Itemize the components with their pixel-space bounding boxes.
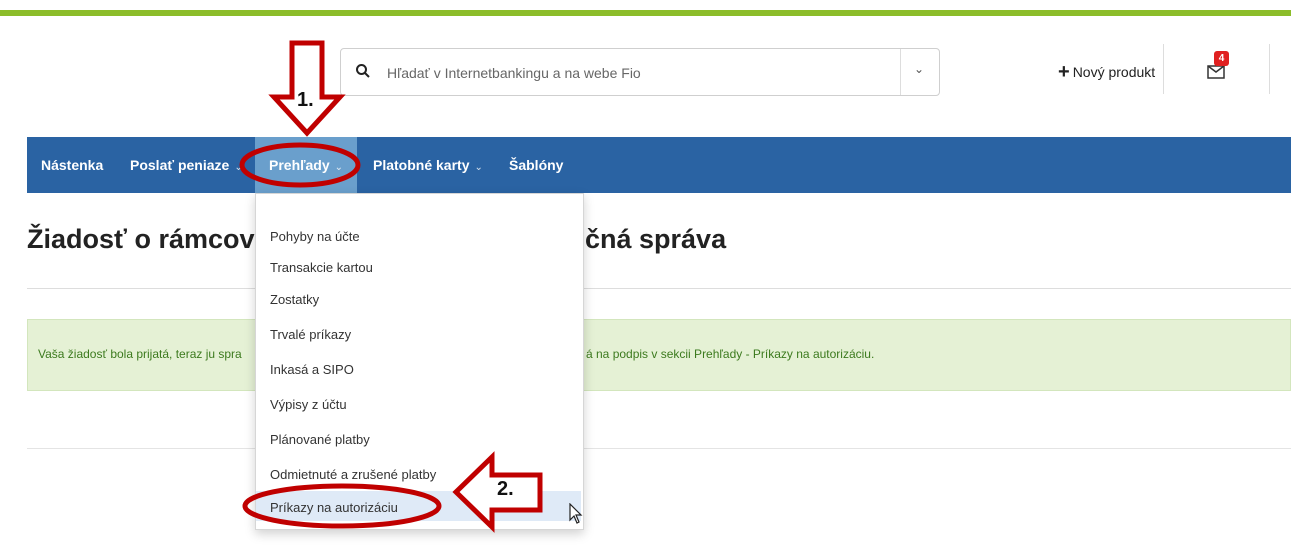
menu-item-odmietnute[interactable]: Odmietnuté a zrušené platby	[270, 467, 436, 482]
search-scope-dropdown[interactable]: ⌄	[900, 49, 939, 95]
mail-count-badge: 4	[1214, 51, 1229, 66]
new-product-label: Nový produkt	[1072, 64, 1156, 80]
annotation-step-1: 1.	[297, 89, 314, 111]
chevron-down-icon: ⌄	[234, 162, 243, 173]
menu-item-trvale-prikazy[interactable]: Trvalé príkazy	[270, 327, 351, 342]
nav-item-platobne-karty[interactable]: Platobné karty ⌄	[373, 137, 483, 193]
search-input[interactable]	[385, 59, 889, 87]
alert-text-continued: á na podpis v sekcii Prehľady - Príkazy …	[586, 347, 875, 361]
nav-item-prehlady[interactable]: Prehľady ⌄	[255, 137, 357, 193]
menu-item-zostatky[interactable]: Zostatky	[270, 292, 319, 307]
search-icon	[356, 64, 370, 78]
alert-text: Vaša žiadosť bola prijatá, teraz ju spra	[38, 347, 242, 361]
brand-top-line	[0, 10, 1291, 16]
chevron-down-icon: ⌄	[474, 162, 483, 173]
menu-item-inkasa[interactable]: Inkasá a SIPO	[270, 362, 354, 377]
menu-item-transakcie[interactable]: Transakcie kartou	[270, 260, 373, 275]
success-alert: Vaša žiadosť bola prijatá, teraz ju spra…	[27, 319, 1291, 391]
prehlady-dropdown-menu: Pohyby na účte Transakcie kartou Zostatk…	[255, 193, 584, 530]
page-title: Žiadosť o rámcovú	[27, 224, 271, 254]
search-box[interactable]: ⌄	[340, 48, 940, 96]
menu-item-vypisy[interactable]: Výpisy z účtu	[270, 397, 347, 412]
divider	[27, 288, 1291, 289]
plus-icon: +	[1058, 61, 1070, 83]
nav-label: Prehľady	[269, 157, 330, 173]
chevron-down-icon: ⌄	[914, 62, 925, 76]
menu-item-prikazy-na-autorizaciu[interactable]: Príkazy na autorizáciu	[270, 500, 398, 515]
new-product-button[interactable]: + Nový produkt	[1058, 60, 1155, 84]
menu-item-pohyby[interactable]: Pohyby na účte	[270, 229, 360, 244]
divider	[27, 448, 1291, 449]
nav-item-poslat-peniaze[interactable]: Poslať peniaze ⌄	[130, 137, 243, 193]
header-divider	[1163, 44, 1164, 94]
nav-label: Poslať peniaze	[130, 157, 230, 173]
header-divider	[1269, 44, 1270, 94]
annotation-step-2: 2.	[497, 478, 514, 500]
menu-item-planovane[interactable]: Plánované platby	[270, 432, 370, 447]
nav-item-nastenka[interactable]: Nástenka	[41, 137, 103, 193]
nav-label: Nástenka	[41, 157, 104, 173]
nav-item-sablony[interactable]: Šablóny	[509, 137, 563, 193]
annotation-arrow-down	[268, 40, 346, 137]
chevron-down-icon: ⌄	[334, 162, 344, 173]
nav-label: Šablóny	[509, 157, 564, 173]
mouse-cursor-icon	[569, 503, 583, 524]
main-nav: Nástenka Poslať peniaze ⌄ Prehľady ⌄ Plato…	[27, 137, 1291, 193]
nav-label: Platobné karty	[373, 157, 470, 173]
page-title-continued: čná správa	[585, 224, 727, 254]
